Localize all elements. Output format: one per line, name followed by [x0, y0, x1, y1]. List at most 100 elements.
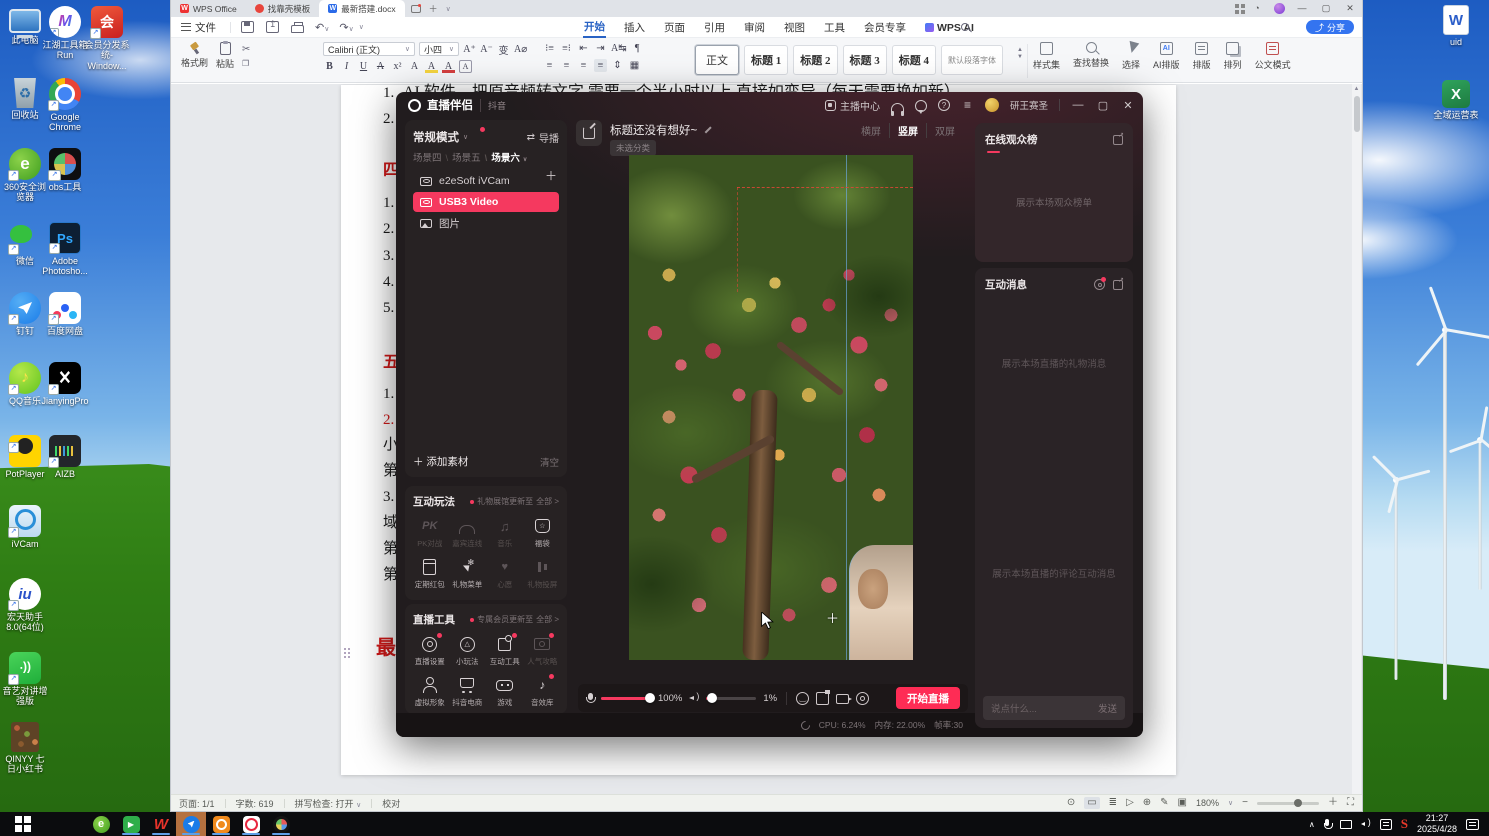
proofread-button[interactable]: 校对 — [382, 797, 400, 810]
fullscreen-icon[interactable]: ⛶ — [1347, 798, 1354, 808]
taskbar-app-icon[interactable] — [206, 812, 236, 836]
live-close-button[interactable]: ✕ — [1121, 99, 1135, 112]
wps-document-tab[interactable]: 找靠壳模板 — [246, 0, 320, 17]
anchor-center-button[interactable]: 主播中心 — [824, 98, 880, 113]
clear-button[interactable]: 清空 — [540, 455, 559, 469]
ribbon-tool-button[interactable]: 样式集 — [1033, 42, 1060, 71]
style-preset[interactable]: 标题 2 — [793, 45, 838, 75]
hidden-icons-caret[interactable]: ∧ — [1309, 820, 1315, 829]
styles-up-icon[interactable]: ▲ — [1017, 47, 1023, 53]
desktop-icon[interactable]: Adobe Photosho... — [42, 222, 88, 277]
desktop-icon[interactable]: 会员分发系统-Window... — [84, 6, 130, 71]
edit-title-button[interactable] — [576, 120, 602, 146]
wps-user-avatar[interactable] — [1274, 3, 1285, 14]
ribbon-tab[interactable]: 审阅 — [743, 18, 766, 37]
popout-icon[interactable] — [1113, 276, 1124, 290]
desktop-icon[interactable]: JianyingPro — [41, 362, 89, 406]
taskbar-app-icon[interactable] — [116, 812, 146, 836]
text-effect-button[interactable]: A — [408, 60, 421, 73]
speaker-icon[interactable] — [689, 691, 699, 703]
more-caret-icon[interactable]: ∨ — [359, 23, 364, 31]
cut-icon[interactable]: ✂ — [242, 44, 250, 55]
desktop-icon[interactable]: obs工具 — [42, 148, 88, 192]
export-icon[interactable] — [266, 19, 279, 33]
zoom-caret-icon[interactable]: ∨ — [1228, 799, 1233, 807]
wps-document-tab[interactable]: 最新搭建.docx — [319, 0, 405, 17]
beauty-sticker-icon[interactable] — [796, 691, 810, 705]
output-volume-slider[interactable] — [706, 693, 757, 703]
scene-switch-icon[interactable] — [816, 689, 831, 705]
add-material-button[interactable]: ＋ 添加素材 — [413, 454, 468, 469]
taskbar-app-icon[interactable] — [86, 812, 116, 836]
feature-button[interactable]: 礼物投屏 — [524, 558, 562, 590]
workspace-grid-icon[interactable] — [1235, 3, 1245, 14]
desktop-icon[interactable]: QINYY 七日小红书 — [2, 722, 48, 775]
number-list-icon[interactable]: ≡⁝ — [560, 42, 573, 55]
strikethrough-button[interactable]: A — [374, 60, 387, 73]
font-color-button[interactable]: A — [442, 60, 455, 73]
category-tag[interactable]: 未选分类 — [610, 140, 657, 156]
edit-mode-icon[interactable]: ✎ — [1160, 798, 1168, 808]
headset-support-icon[interactable] — [890, 102, 904, 116]
superscript-button[interactable]: x² — [391, 60, 404, 73]
redo-icon[interactable]: ↷∨ — [339, 21, 353, 34]
desktop-icon[interactable]: 百度网盘 — [42, 292, 88, 336]
zoom-level[interactable]: 180% — [1196, 798, 1219, 808]
sogou-input-icon[interactable]: S — [1401, 816, 1408, 832]
mic-slider-knob[interactable] — [645, 693, 655, 703]
feature-button[interactable]: 定期红包 — [411, 558, 449, 590]
style-preset[interactable]: 标题 3 — [842, 45, 887, 75]
wps-close-button[interactable]: ✕ — [1338, 0, 1362, 17]
ribbon-tab[interactable]: 视图 — [783, 18, 806, 37]
camera-icon[interactable] — [836, 694, 853, 704]
live-minimize-button[interactable]: — — [1071, 99, 1085, 111]
ribbon-tab[interactable]: 插入 — [623, 18, 646, 37]
wps-maximize-button[interactable]: ▢ — [1314, 0, 1338, 17]
font-size-select[interactable]: 小四 ∨ — [419, 42, 459, 56]
zoom-in-button[interactable]: ＋ — [1328, 798, 1338, 808]
ribbon-tool-button[interactable]: 查找替换 — [1073, 42, 1109, 69]
help-icon[interactable]: ? — [937, 99, 950, 111]
feature-button[interactable]: 人气攻略 — [524, 633, 562, 667]
stream-settings-icon[interactable] — [856, 691, 870, 705]
desktop-icon[interactable]: 宏天助手 8.0(64位) — [2, 578, 48, 633]
input-method-icon[interactable] — [1379, 818, 1392, 830]
decrease-font-icon[interactable]: A⁻ — [480, 43, 493, 56]
feature-button[interactable]: 音效库 — [524, 674, 562, 708]
underline-button[interactable]: U — [357, 60, 370, 73]
ribbon-tool-button[interactable]: 排版 — [1193, 42, 1211, 71]
source-item[interactable]: 图片 — [413, 213, 559, 233]
feature-button[interactable]: 音乐 — [486, 517, 524, 549]
align-justify-icon[interactable]: ≡ — [594, 59, 607, 72]
new-tab-button[interactable]: ＋ — [429, 2, 438, 15]
start-live-button[interactable]: 开始直播 — [896, 687, 960, 709]
wps-minimize-button[interactable]: — — [1290, 0, 1314, 17]
undo-icon[interactable]: ↶∨ — [315, 21, 329, 34]
document-scrollbar[interactable]: ▲ — [1352, 84, 1361, 794]
outline-view-icon[interactable]: ≣ — [1109, 798, 1117, 808]
ribbon-tool-button[interactable]: 排列 — [1224, 42, 1242, 71]
view-all-button[interactable]: 全部 > — [536, 496, 559, 507]
ribbon-tab[interactable]: 开始 — [583, 17, 606, 38]
print-icon[interactable] — [291, 22, 304, 33]
web-view-icon[interactable]: ⊕ — [1143, 798, 1151, 808]
mode-selector[interactable]: 常规模式 — [413, 127, 485, 145]
desktop-icon[interactable]: AIZB — [42, 435, 88, 479]
taskbar-app-icon[interactable] — [236, 812, 266, 836]
screen-mode-button[interactable]: 双屏 — [926, 123, 963, 138]
ribbon-tab[interactable]: 页面 — [663, 18, 686, 37]
copy-icon[interactable]: ❐ — [242, 59, 250, 68]
share-button[interactable]: ⤴ 分享 — [1305, 20, 1354, 34]
taskbar-app-icon[interactable] — [8, 812, 38, 836]
increase-indent-icon[interactable]: ⇥ — [594, 42, 607, 55]
line-spacing-icon[interactable]: ⇕ — [611, 59, 624, 72]
highlight-color-button[interactable]: A — [425, 60, 438, 73]
scene-tab[interactable]: 场景五 — [442, 150, 481, 164]
feature-button[interactable]: 直播设置 — [411, 633, 449, 667]
scrollbar-thumb[interactable] — [1353, 96, 1360, 132]
text-direction-icon[interactable]: A↹ — [611, 42, 627, 55]
send-button[interactable]: 发送 — [1098, 701, 1117, 715]
feature-button[interactable]: 礼物菜单 — [449, 558, 487, 590]
save-icon[interactable] — [241, 21, 254, 33]
style-preset[interactable]: 正文 — [695, 45, 739, 75]
